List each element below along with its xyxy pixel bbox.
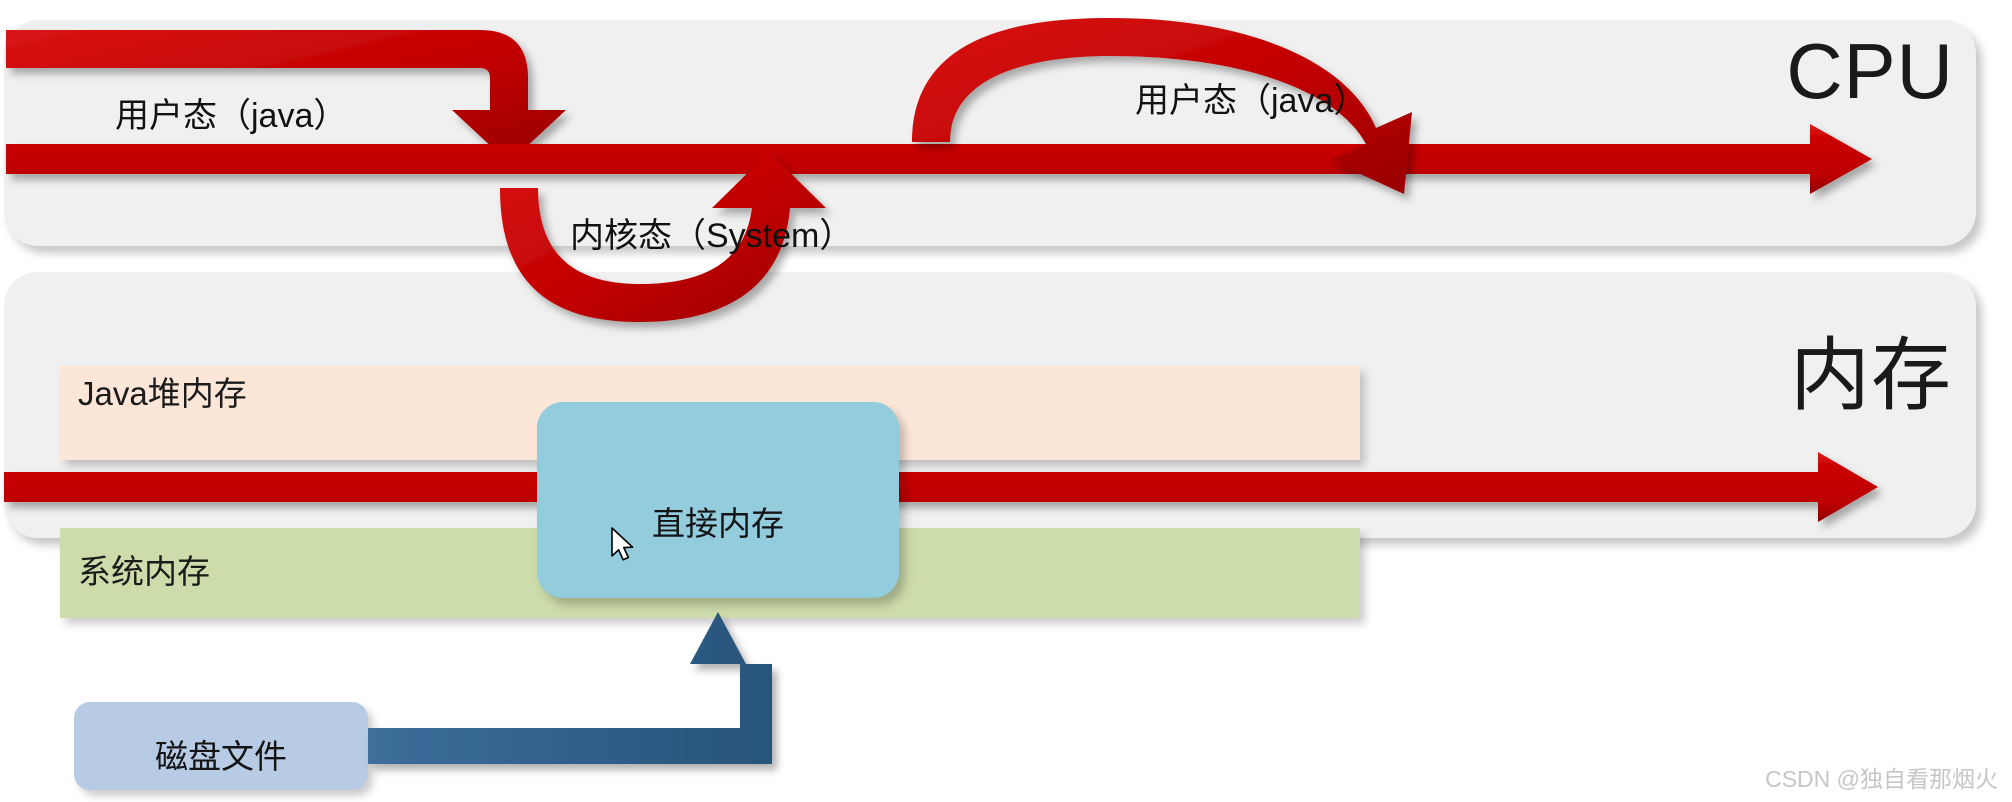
cpu-panel-title: CPU: [1786, 27, 1954, 115]
system-memory-label: 系统内存: [78, 553, 210, 590]
direct-memory-label: 直接内存: [652, 505, 784, 542]
disk-file-label: 磁盘文件: [155, 738, 287, 775]
user-mode-left-label: 用户态（java）: [115, 97, 348, 135]
memory-panel-title: 内存: [1790, 331, 1952, 420]
diagram-canvas: CPU 内存 Java堆内存 系统内存 直接内存 磁盘文件 用户态（java） …: [0, 0, 2012, 802]
java-heap-memory-label: Java堆内存: [78, 375, 247, 412]
disk-to-direct-memory-arrow: [368, 612, 772, 764]
kernel-mode-label: 内核态（System）: [570, 217, 854, 255]
csdn-watermark: CSDN @独自看那烟火: [1765, 766, 1998, 792]
user-mode-right-label: 用户态（java）: [1135, 82, 1368, 120]
